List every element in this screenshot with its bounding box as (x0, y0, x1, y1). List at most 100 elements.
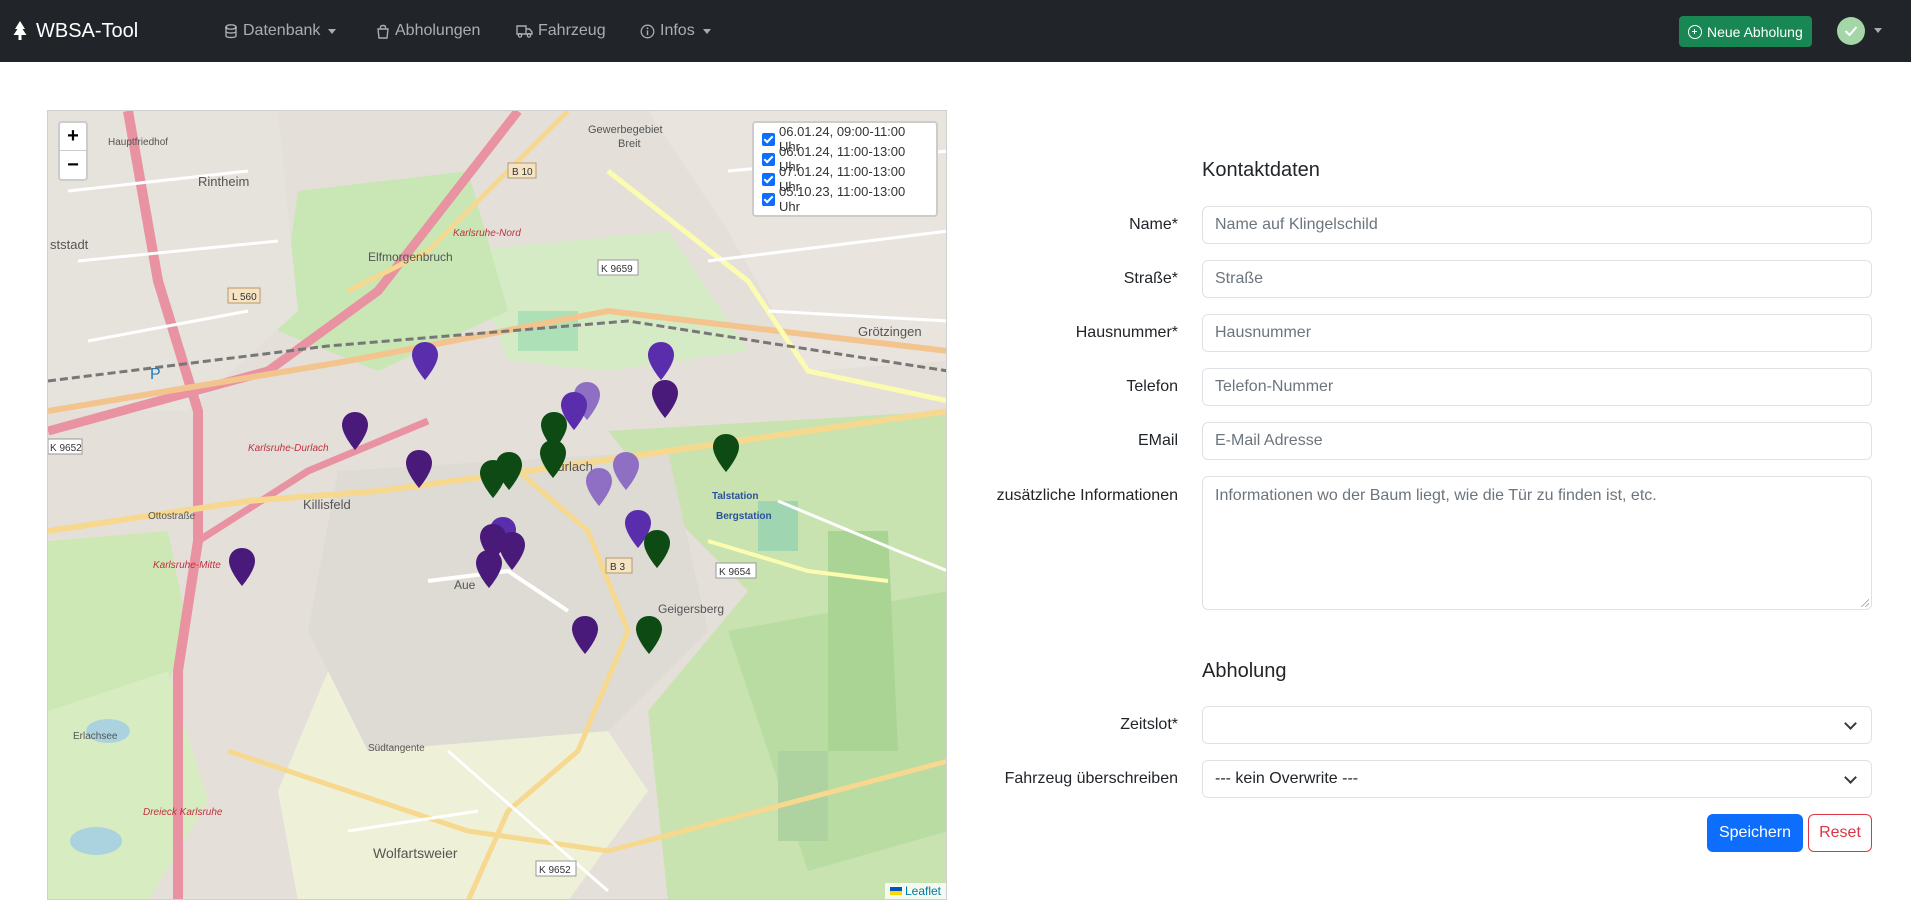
zoom-in-button[interactable]: + (60, 123, 86, 151)
road-label-k9654: K 9654 (719, 567, 751, 578)
map-marker[interactable] (634, 615, 664, 655)
attribution-link[interactable]: Leaflet (905, 884, 941, 898)
place-label-geigersberg: Geigersberg (658, 602, 724, 616)
phone-input[interactable]: Telefon-Nummer (1202, 368, 1872, 406)
layer-checkbox[interactable] (762, 192, 775, 206)
plus-circle-icon (1688, 24, 1702, 39)
name-input[interactable]: Name auf Klingelschild (1202, 206, 1872, 244)
nav-infos[interactable]: Infos (640, 0, 711, 62)
email-input[interactable]: E-Mail Adresse (1202, 422, 1872, 460)
bag-icon (377, 24, 389, 39)
chevron-down-icon (702, 28, 711, 34)
chevron-down-icon (1844, 770, 1857, 784)
contact-section-title: Kontaktdaten (1202, 159, 1320, 181)
road-label-b3: B 3 (610, 562, 625, 573)
layer-control: 06.01.24, 09:00-11:00 Uhr 06.01.24, 11:0… (752, 121, 938, 217)
user-menu-chevron-icon[interactable] (1874, 28, 1882, 33)
street-input[interactable]: Straße (1202, 260, 1872, 298)
place-label-breit: Breit (618, 138, 641, 150)
timeslot-label: Zeitslot* (1120, 716, 1178, 733)
database-icon (225, 23, 237, 38)
nav-abholungen[interactable]: Abholungen (376, 0, 480, 62)
map-marker[interactable] (584, 467, 614, 507)
map-marker[interactable] (711, 433, 741, 473)
user-avatar[interactable] (1837, 17, 1865, 45)
place-label-kr-durlach: Karlsruhe-Durlach (248, 443, 329, 454)
map-marker[interactable] (410, 341, 440, 381)
nav-fahrzeug[interactable]: Fahrzeug (516, 0, 606, 62)
tree-icon (13, 21, 27, 40)
nav-datenbank[interactable]: Datenbank (224, 0, 337, 62)
place-label-erlachsee: Erlachsee (73, 731, 118, 742)
email-label: EMail (1137, 432, 1178, 449)
check-icon (1844, 26, 1858, 37)
map-marker[interactable] (570, 615, 600, 655)
map-marker[interactable] (642, 529, 672, 569)
save-button[interactable]: Speichern (1707, 814, 1803, 852)
layer-checkbox[interactable] (762, 152, 775, 166)
vehicle-override-label: Fahrzeug überschreiben (1004, 770, 1178, 787)
map-marker[interactable] (478, 459, 508, 499)
place-label-kr-nord: Karlsruhe-Nord (453, 228, 521, 239)
vehicle-override-value: --- kein Overwrite --- (1215, 770, 1359, 787)
house-number-label: Hausnummer* (1075, 324, 1178, 341)
info-circle-icon (640, 24, 655, 38)
map-attribution[interactable]: Leaflet (884, 883, 946, 899)
additional-info-label: zusätzliche Informationen (996, 487, 1178, 504)
new-pickup-button[interactable]: Neue Abholung (1679, 16, 1812, 47)
map-marker[interactable] (646, 341, 676, 381)
map-marker[interactable] (340, 411, 370, 451)
map-marker[interactable] (227, 547, 257, 587)
brand[interactable]: WBSA-Tool (12, 0, 138, 62)
map-marker[interactable] (538, 439, 568, 479)
phone-label: Telefon (1126, 378, 1178, 395)
street-label: Straße* (1123, 270, 1178, 287)
house-number-input[interactable]: Hausnummer (1202, 314, 1872, 352)
resize-handle[interactable] (1861, 599, 1869, 607)
road-label-k9659: K 9659 (601, 264, 633, 275)
map-marker[interactable] (474, 549, 504, 589)
map-marker[interactable] (404, 449, 434, 489)
layer-checkbox[interactable] (762, 172, 775, 186)
map-marker[interactable] (650, 379, 680, 419)
brand-label: WBSA-Tool (36, 19, 139, 42)
zoom-control: + − (58, 121, 88, 181)
map-tiles: Rintheim Elfmorgenbruch Grötzingen Killi… (48, 111, 946, 899)
street-label-suedtangente: Südtangente (368, 743, 425, 754)
parking-label: P (150, 366, 161, 383)
truck-icon (516, 25, 533, 38)
place-label-killisfeld: Killisfeld (303, 497, 351, 512)
street-label-ottostrasse: Ottostraße (148, 511, 196, 522)
map[interactable]: Rintheim Elfmorgenbruch Grötzingen Killi… (47, 110, 947, 900)
zoom-out-button[interactable]: − (60, 151, 86, 179)
map-marker[interactable] (611, 451, 641, 491)
navbar: WBSA-Tool Datenbank Abholungen Fahrzeug … (0, 0, 1911, 62)
nav-abholungen-label: Abholungen (395, 22, 481, 39)
place-label-hauptfriedhof: Hauptfriedhof (108, 137, 168, 148)
place-label-kr-mitte: Karlsruhe-Mitte (153, 560, 221, 571)
vehicle-override-select[interactable]: --- kein Overwrite --- (1202, 760, 1872, 798)
additional-info-placeholder: Informationen wo der Baum liegt, wie die… (1215, 487, 1657, 504)
timeslot-select[interactable] (1202, 706, 1872, 744)
reset-button[interactable]: Reset (1808, 814, 1872, 852)
nav-datenbank-label: Datenbank (243, 22, 321, 39)
chevron-down-icon (328, 28, 337, 34)
place-label-ststadt: ststadt (50, 237, 89, 252)
place-label-elfmorgenbruch: Elfmorgenbruch (368, 250, 453, 264)
layer-item[interactable]: 05.10.23, 11:00-13:00 Uhr (762, 184, 928, 214)
place-label-rintheim: Rintheim (198, 174, 249, 189)
road-label-k9652b: K 9652 (539, 865, 571, 876)
name-label: Name* (1129, 216, 1178, 233)
additional-info-textarea[interactable]: Informationen wo der Baum liegt, wie die… (1202, 476, 1872, 610)
chevron-down-icon (1844, 716, 1857, 730)
place-label-dreieck: Dreieck Karlsruhe (143, 807, 223, 818)
new-pickup-label: Neue Abholung (1707, 23, 1803, 40)
road-label-l560: L 560 (232, 292, 257, 303)
layer-checkbox[interactable] (762, 132, 775, 146)
place-label-wolfartsweier: Wolfartsweier (373, 845, 458, 861)
layer-label: 05.10.23, 11:00-13:00 Uhr (779, 184, 906, 214)
pickup-section-title: Abholung (1202, 660, 1287, 682)
nav-fahrzeug-label: Fahrzeug (538, 22, 606, 39)
place-label-bergstation: Bergstation (716, 511, 772, 522)
ukraine-flag-icon (889, 887, 902, 895)
